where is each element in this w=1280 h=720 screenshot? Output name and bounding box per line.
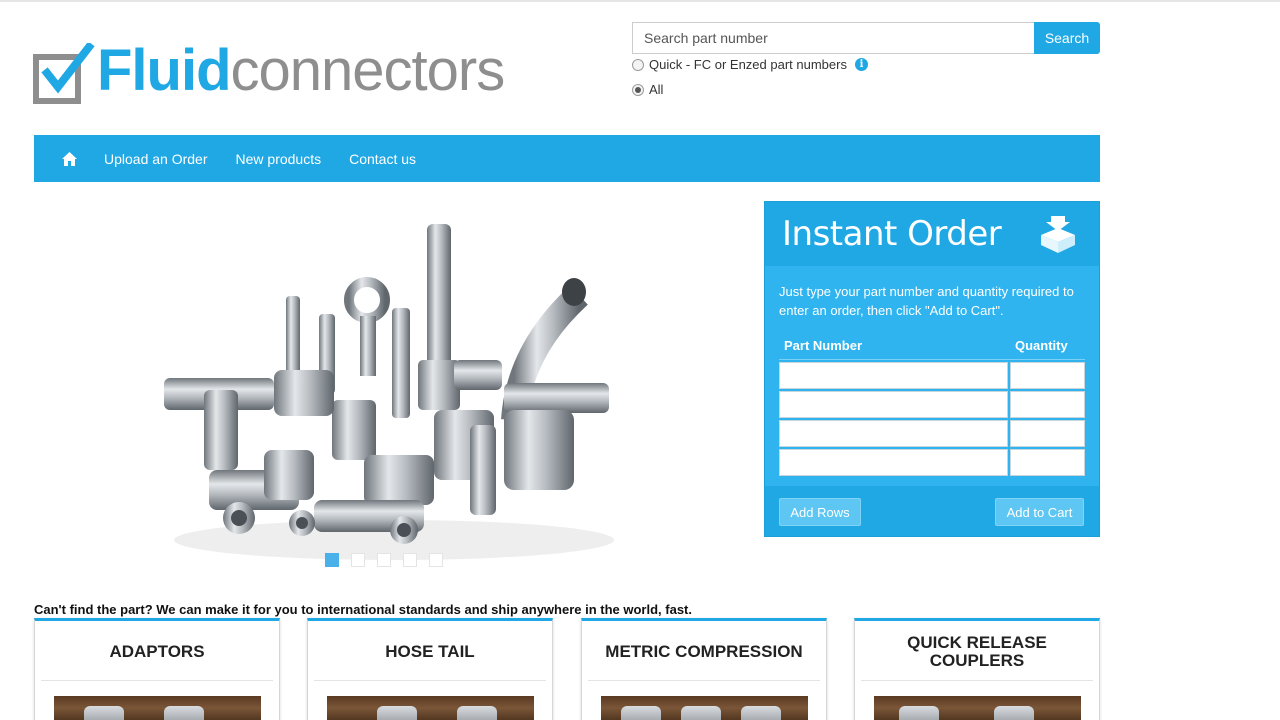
- carousel-dot-4[interactable]: [403, 553, 417, 567]
- instant-order-header: Instant Order: [765, 202, 1099, 266]
- search-option-quick[interactable]: Quick - FC or Enzed part numbers i: [632, 57, 868, 72]
- radio-all[interactable]: [632, 83, 644, 96]
- carousel-dot-3[interactable]: [377, 553, 391, 567]
- order-row: [779, 362, 1085, 389]
- instant-order-title: Instant Order: [782, 214, 1002, 254]
- nav-home[interactable]: [34, 135, 104, 182]
- radio-all-label: All: [649, 82, 664, 97]
- radio-quick-label: Quick - FC or Enzed part numbers: [649, 57, 847, 72]
- category-image[interactable]: [874, 696, 1081, 720]
- logo-word-fluid: Fluid: [97, 38, 232, 103]
- category-title: HOSE TAIL: [314, 621, 546, 681]
- category-title: ADAPTORS: [41, 621, 273, 681]
- carousel-indicators: [325, 553, 455, 567]
- carousel-dot-5[interactable]: [429, 553, 443, 567]
- category-image[interactable]: [327, 696, 534, 720]
- order-row: [779, 391, 1085, 418]
- nav-upload-order[interactable]: Upload an Order: [104, 151, 208, 167]
- part-number-input[interactable]: [779, 391, 1008, 418]
- instant-order-panel: Instant Order Just type your part number…: [764, 201, 1100, 537]
- box-icon: [1041, 216, 1075, 253]
- info-icon[interactable]: i: [854, 58, 868, 71]
- instant-order-description: Just type your part number and quantity …: [779, 284, 1074, 318]
- col-quantity: Quantity: [1015, 338, 1068, 353]
- custom-parts-tagline: Can't find the part? We can make it for …: [34, 602, 692, 617]
- add-rows-button[interactable]: Add Rows: [779, 498, 861, 526]
- nav-contact-us[interactable]: Contact us: [349, 151, 416, 167]
- category-card-quick-release-couplers[interactable]: QUICK RELEASE COUPLERS: [854, 618, 1100, 720]
- part-number-input[interactable]: [779, 420, 1008, 447]
- category-card-adaptors[interactable]: ADAPTORS: [34, 618, 280, 720]
- hero-fittings-image[interactable]: [34, 200, 734, 580]
- order-row: [779, 449, 1085, 476]
- part-number-input[interactable]: [779, 362, 1008, 389]
- home-icon: [61, 151, 77, 166]
- logo-word-connectors: connectors: [230, 38, 506, 103]
- radio-quick[interactable]: [632, 58, 644, 71]
- part-number-input[interactable]: [779, 449, 1008, 476]
- instant-order-footer: Add Rows Add to Cart: [765, 486, 1099, 536]
- quantity-input[interactable]: [1010, 362, 1085, 389]
- logo-wordmark: Fluidconnectors: [97, 38, 506, 103]
- category-image[interactable]: [54, 696, 261, 720]
- nav-new-products[interactable]: New products: [236, 151, 322, 167]
- checkbox-logo-icon: [33, 43, 95, 104]
- add-to-cart-button[interactable]: Add to Cart: [995, 498, 1084, 526]
- instant-order-table: Part Number Quantity: [779, 332, 1085, 476]
- carousel-dot-1[interactable]: [325, 553, 339, 567]
- col-part-number: Part Number: [784, 338, 863, 353]
- carousel-dot-2[interactable]: [351, 553, 365, 567]
- quantity-input[interactable]: [1010, 391, 1085, 418]
- category-image[interactable]: [601, 696, 808, 720]
- category-title: METRIC COMPRESSION: [588, 621, 820, 681]
- category-card-metric-compression[interactable]: METRIC COMPRESSION: [581, 618, 827, 720]
- search-button[interactable]: Search: [1034, 22, 1100, 54]
- quantity-input[interactable]: [1010, 449, 1085, 476]
- category-card-hose-tail[interactable]: HOSE TAIL: [307, 618, 553, 720]
- quantity-input[interactable]: [1010, 420, 1085, 447]
- search-option-all[interactable]: All: [632, 82, 663, 97]
- category-title: QUICK RELEASE COUPLERS: [861, 621, 1093, 681]
- site-logo[interactable]: Fluidconnectors: [33, 38, 513, 106]
- top-border: [0, 0, 1280, 2]
- instant-order-table-header: Part Number Quantity: [779, 332, 1085, 360]
- main-nav: Upload an Order New products Contact us: [34, 135, 1100, 182]
- order-row: [779, 420, 1085, 447]
- search-input[interactable]: [632, 22, 1034, 54]
- search-bar: Search: [632, 22, 1100, 54]
